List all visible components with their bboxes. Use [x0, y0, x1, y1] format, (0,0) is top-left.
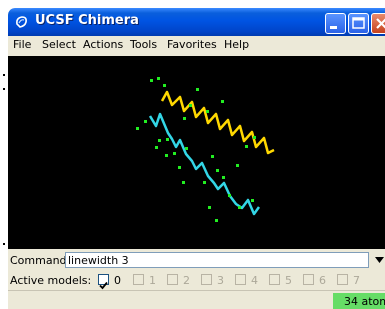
- model-4-checkbox[interactable]: [235, 274, 246, 285]
- command-history-button[interactable]: [374, 252, 385, 268]
- model-5-label: 5: [285, 274, 292, 287]
- model-7-label: 7: [353, 274, 360, 287]
- graphics-viewport[interactable]: [8, 56, 385, 249]
- model-2-label: 2: [183, 274, 190, 287]
- menu-actions[interactable]: Actions: [83, 38, 123, 51]
- atom-count-status: 34 atoms: [333, 293, 385, 309]
- molecule-display: [136, 77, 275, 222]
- model-7-checkbox[interactable]: [337, 274, 348, 285]
- model-0-label: 0: [114, 274, 121, 287]
- model-5-checkbox[interactable]: [269, 274, 280, 285]
- title-bar[interactable]: UCSF Chimera: [8, 8, 385, 36]
- menu-select[interactable]: Select: [42, 38, 76, 51]
- model-0-checkbox[interactable]: [98, 274, 109, 290]
- command-line: Command:: [8, 250, 385, 270]
- model-2-checkbox[interactable]: [167, 274, 178, 285]
- model-6-checkbox[interactable]: [303, 274, 314, 285]
- maximize-button[interactable]: [348, 13, 369, 34]
- close-button[interactable]: [371, 13, 385, 34]
- minimize-button[interactable]: [325, 13, 346, 34]
- maximize-icon: [352, 17, 365, 29]
- model-3-label: 3: [217, 274, 224, 287]
- model-1-checkbox[interactable]: [133, 274, 144, 285]
- model-6-label: 6: [319, 274, 326, 287]
- chimera-window: UCSF Chimera File Select Actions Tools F…: [8, 8, 385, 309]
- helix-cyan: [148, 112, 261, 216]
- active-models-label: Active models:: [10, 274, 92, 287]
- menu-tools[interactable]: Tools: [130, 38, 157, 51]
- desktop-dot: [3, 88, 5, 90]
- checkmark-icon: [99, 281, 108, 290]
- menu-favorites[interactable]: Favorites: [167, 38, 217, 51]
- desktop-dot: [3, 74, 5, 76]
- model-1-label: 1: [149, 274, 156, 287]
- minimize-icon: [330, 26, 337, 29]
- menu-file[interactable]: File: [13, 38, 31, 51]
- command-label: Command:: [10, 254, 71, 267]
- model-4-label: 4: [251, 274, 258, 287]
- menu-bar: File Select Actions Tools Favorites Help: [8, 36, 385, 54]
- menu-help[interactable]: Help: [224, 38, 249, 51]
- window-title: UCSF Chimera: [35, 13, 139, 28]
- desktop-dot: [3, 243, 5, 245]
- active-models-bar: Active models: 0 1 2 3 4 5 6 7: [8, 271, 385, 290]
- chimera-icon[interactable]: [14, 14, 30, 30]
- close-icon: [376, 18, 385, 29]
- command-input[interactable]: [65, 252, 369, 268]
- water-molecules: [136, 77, 256, 222]
- model-3-checkbox[interactable]: [201, 274, 212, 285]
- triangle-down-icon: [375, 257, 384, 263]
- status-bar: 34 atoms: [8, 290, 385, 309]
